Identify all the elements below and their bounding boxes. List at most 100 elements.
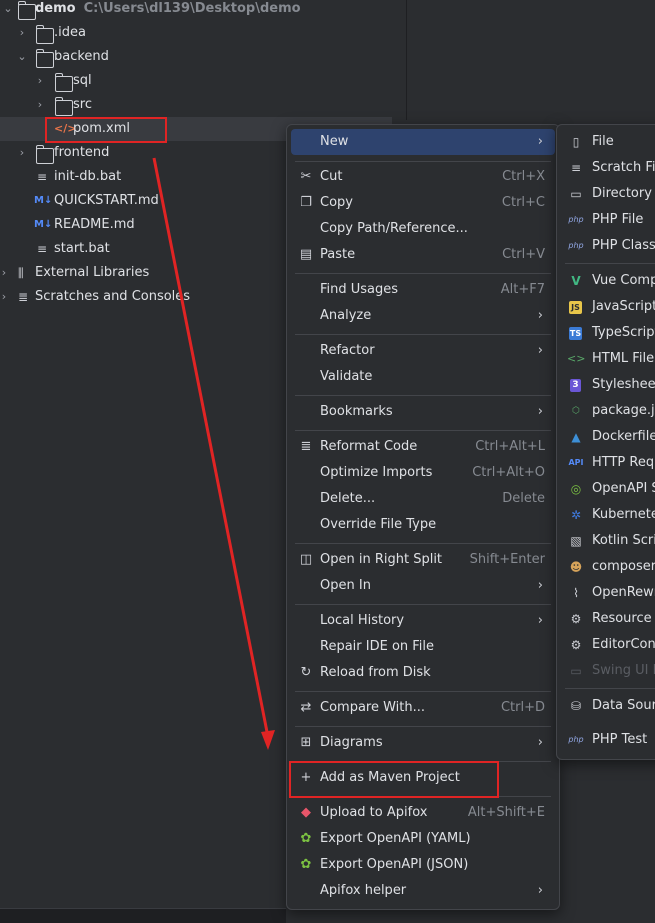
tree-item-label: .idea: [54, 25, 86, 40]
menu-item-copy-path[interactable]: Copy Path/Reference...: [291, 216, 555, 242]
css-icon: 3: [570, 379, 581, 392]
panel-divider: [406, 0, 407, 120]
tree-row-src[interactable]: › src: [0, 93, 406, 117]
submenu-item-php-test[interactable]: php PHP Test: [561, 727, 655, 753]
api-icon: API: [568, 458, 584, 467]
chevron-right-icon[interactable]: ›: [34, 69, 46, 93]
folder-icon: [36, 145, 54, 164]
submenu-item-kubernetes[interactable]: ✲ Kubernete: [561, 502, 655, 528]
menu-item-paste[interactable]: ▤ Paste Ctrl+V: [291, 242, 555, 268]
menu-item-repair-ide[interactable]: Repair IDE on File: [291, 634, 555, 660]
scratch-file-icon: ≡: [570, 161, 582, 175]
menu-item-reformat-code[interactable]: ≣ Reformat Code Ctrl+Alt+L: [291, 434, 555, 460]
menu-item-upload-apifox[interactable]: ◆ Upload to Apifox Alt+Shift+E: [291, 800, 555, 826]
menu-item-compare-with[interactable]: ⇄ Compare With... Ctrl+D: [291, 695, 555, 721]
annotation-box-maven: [289, 761, 499, 798]
chevron-right-icon: ›: [537, 308, 543, 323]
tree-row-readme[interactable]: M↓ README.md: [0, 213, 286, 237]
submenu-item-composer-json[interactable]: ☻ composer.j: [561, 554, 655, 580]
vue-icon: V: [571, 274, 581, 288]
chevron-down-icon[interactable]: ⌄: [2, 0, 14, 21]
folder-icon: [36, 25, 54, 44]
gear-icon: ⚙: [570, 612, 582, 626]
submenu-item-php-file[interactable]: php PHP File: [561, 207, 655, 233]
submenu-item-typescript[interactable]: TS TypeScript: [561, 320, 655, 346]
chevron-right-icon[interactable]: ›: [0, 261, 10, 285]
menu-item-local-history[interactable]: Local History ›: [291, 608, 555, 634]
tree-row-start-bat[interactable]: ≡ start.bat: [0, 237, 286, 261]
menu-separator: [565, 688, 655, 689]
submenu-item-file[interactable]: ▯ File: [561, 129, 655, 155]
chevron-right-icon: ›: [537, 404, 543, 419]
menu-item-new[interactable]: New ›: [291, 129, 555, 155]
menu-item-open-in[interactable]: Open In ›: [291, 573, 555, 599]
nodejs-icon: ⬡: [572, 406, 580, 416]
menu-item-apifox-helper[interactable]: Apifox helper ›: [291, 878, 555, 904]
chevron-right-icon: ›: [537, 343, 543, 358]
menu-item-bookmarks[interactable]: Bookmarks ›: [291, 399, 555, 425]
menu-item-override-file-type[interactable]: Override File Type: [291, 512, 555, 538]
submenu-item-resource-bundle[interactable]: ⚙ Resource B: [561, 606, 655, 632]
window-icon: ▭: [570, 664, 582, 678]
submenu-item-openapi[interactable]: ◎ OpenAPI S: [561, 476, 655, 502]
submenu-item-html[interactable]: <> HTML File: [561, 346, 655, 372]
submenu-item-vue[interactable]: V Vue Comp: [561, 268, 655, 294]
chevron-right-icon[interactable]: ›: [16, 21, 28, 45]
chevron-right-icon[interactable]: ›: [34, 93, 46, 117]
menu-item-cut[interactable]: ✂ Cut Ctrl+X: [291, 164, 555, 190]
chevron-right-icon: ›: [537, 735, 543, 750]
menu-item-validate[interactable]: Validate: [291, 364, 555, 390]
menu-separator: [295, 543, 551, 544]
tree-item-label: sql: [73, 73, 92, 88]
submenu-item-directory[interactable]: ▭ Directory: [561, 181, 655, 207]
tree-row-demo[interactable]: ⌄ demo C:\Users\dl139\Desktop\demo: [0, 0, 406, 21]
submenu-item-openrewrite[interactable]: ⌇ OpenRewri: [561, 580, 655, 606]
tree-row-quickstart[interactable]: M↓ QUICKSTART.md: [0, 189, 286, 213]
tree-item-label: External Libraries: [35, 265, 150, 280]
tree-row-scratches[interactable]: › ≣ Scratches and Consoles: [0, 285, 286, 309]
chevron-right-icon[interactable]: ›: [16, 141, 28, 165]
submenu-item-scratch-file[interactable]: ≡ Scratch File: [561, 155, 655, 181]
submenu-item-dockerfile[interactable]: ▲ Dockerfile: [561, 424, 655, 450]
libraries-icon: ⫼: [18, 266, 24, 280]
tree-row-frontend[interactable]: › frontend: [0, 141, 286, 165]
chevron-right-icon[interactable]: ›: [0, 285, 10, 309]
annotation-box-pom: [45, 117, 167, 143]
menu-item-export-openapi-yaml[interactable]: ✿ Export OpenAPI (YAML): [291, 826, 555, 852]
compare-icon: ⇄: [300, 700, 312, 715]
tree-row-backend[interactable]: ⌄ backend: [0, 45, 406, 69]
menu-item-copy[interactable]: ❐ Copy Ctrl+C: [291, 190, 555, 216]
menu-separator: [295, 430, 551, 431]
submenu-item-stylesheet[interactable]: 3 Stylesheet: [561, 372, 655, 398]
reload-icon: ↻: [300, 665, 312, 680]
submenu-item-javascript[interactable]: JS JavaScript: [561, 294, 655, 320]
tree-item-label: src: [73, 97, 92, 112]
tree-row-idea[interactable]: › .idea: [0, 21, 406, 45]
tree-row-init-db[interactable]: ≡ init-db.bat: [0, 165, 286, 189]
tree-row-external-libraries[interactable]: › ⫼ External Libraries: [0, 261, 286, 285]
submenu-item-kotlin-script[interactable]: ▧ Kotlin Scrip: [561, 528, 655, 554]
chevron-right-icon: ›: [537, 578, 543, 593]
typescript-icon: TS: [569, 327, 582, 340]
tree-row-sql[interactable]: › sql: [0, 69, 406, 93]
submenu-item-php-class[interactable]: php PHP Class: [561, 233, 655, 259]
menu-item-export-openapi-json[interactable]: ✿ Export OpenAPI (JSON): [291, 852, 555, 878]
menu-item-find-usages[interactable]: Find Usages Alt+F7: [291, 277, 555, 303]
php-icon: php: [568, 215, 584, 224]
submenu-item-data-source[interactable]: ⛁ Data Sourc: [561, 693, 655, 719]
menu-item-optimize-imports[interactable]: Optimize Imports Ctrl+Alt+O: [291, 460, 555, 486]
submenu-item-editorconfig[interactable]: ⚙ EditorConf: [561, 632, 655, 658]
kotlin-script-icon: ▧: [570, 534, 582, 548]
menu-item-open-right-split[interactable]: ◫ Open in Right Split Shift+Enter: [291, 547, 555, 573]
chevron-down-icon[interactable]: ⌄: [16, 45, 28, 69]
chevron-right-icon: ›: [537, 883, 543, 898]
menu-item-reload-from-disk[interactable]: ↻ Reload from Disk: [291, 660, 555, 686]
menu-item-diagrams[interactable]: ⊞ Diagrams ›: [291, 730, 555, 756]
menu-item-refactor[interactable]: Refactor ›: [291, 338, 555, 364]
menu-item-delete[interactable]: Delete... Delete: [291, 486, 555, 512]
submenu-item-package-json[interactable]: ⬡ package.js: [561, 398, 655, 424]
scratches-icon: ≣: [18, 290, 29, 304]
submenu-item-http-request[interactable]: API HTTP Requ: [561, 450, 655, 476]
menu-item-analyze[interactable]: Analyze ›: [291, 303, 555, 329]
kubernetes-icon: ✲: [570, 508, 582, 522]
